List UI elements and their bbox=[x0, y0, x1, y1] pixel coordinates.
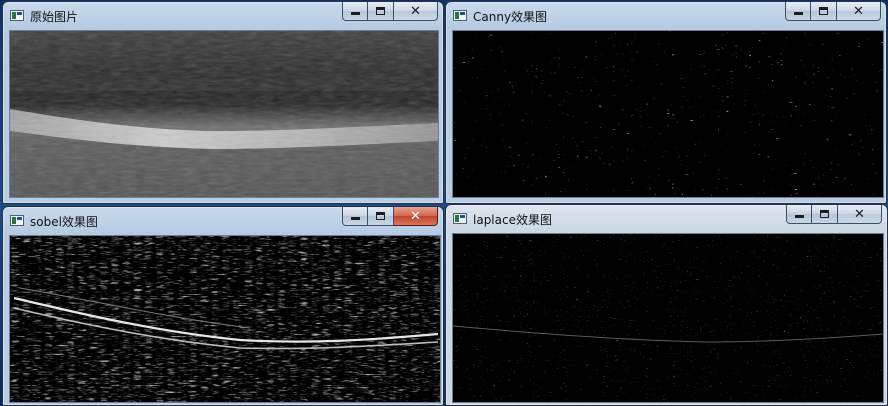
close-button[interactable]: ✕ bbox=[837, 2, 881, 21]
maximize-button[interactable] bbox=[812, 205, 838, 224]
maximize-button[interactable] bbox=[811, 2, 837, 21]
image-view-original bbox=[9, 30, 439, 198]
window-controls: ✕ bbox=[342, 207, 438, 226]
image-view-canny bbox=[452, 30, 884, 198]
maximize-icon bbox=[376, 212, 385, 220]
maximize-icon bbox=[820, 210, 829, 218]
window-controls: ✕ bbox=[785, 2, 881, 21]
minimize-icon bbox=[350, 217, 360, 220]
app-icon bbox=[10, 215, 24, 226]
close-button[interactable]: ✕ bbox=[838, 205, 882, 224]
window-titlebar[interactable]: 原始图片 ✕ bbox=[3, 2, 443, 28]
window-canny[interactable]: Canny效果图 ✕ bbox=[445, 1, 887, 204]
app-icon bbox=[10, 10, 24, 21]
window-title: 原始图片 bbox=[30, 10, 79, 24]
app-icon bbox=[453, 10, 467, 21]
minimize-icon bbox=[793, 12, 803, 15]
window-title: laplace效果图 bbox=[473, 213, 552, 227]
window-title: sobel效果图 bbox=[30, 215, 98, 229]
window-title: Canny效果图 bbox=[473, 10, 548, 24]
close-icon: ✕ bbox=[410, 3, 421, 19]
maximize-button[interactable] bbox=[368, 2, 394, 21]
maximize-icon bbox=[819, 7, 828, 15]
maximize-icon bbox=[376, 7, 385, 15]
window-controls: ✕ bbox=[342, 2, 438, 21]
close-icon: ✕ bbox=[854, 206, 865, 222]
minimize-button[interactable] bbox=[786, 205, 812, 224]
minimize-icon bbox=[794, 215, 804, 218]
original-image bbox=[10, 31, 438, 197]
image-view-laplace bbox=[452, 233, 884, 403]
close-button[interactable]: ✕ bbox=[394, 2, 438, 21]
minimize-button[interactable] bbox=[342, 207, 368, 226]
maximize-button[interactable] bbox=[368, 207, 394, 226]
close-icon: ✕ bbox=[410, 208, 421, 224]
image-view-sobel bbox=[9, 235, 441, 403]
window-controls: ✕ bbox=[786, 205, 882, 224]
window-titlebar[interactable]: sobel效果图 ✕ bbox=[3, 207, 443, 233]
window-laplace[interactable]: laplace效果图 ✕ bbox=[445, 204, 888, 406]
laplace-image bbox=[453, 234, 883, 402]
window-original-image[interactable]: 原始图片 ✕ bbox=[2, 1, 444, 204]
minimize-button[interactable] bbox=[785, 2, 811, 21]
minimize-icon bbox=[350, 12, 360, 15]
app-icon bbox=[453, 213, 467, 224]
window-sobel[interactable]: sobel效果图 ✕ bbox=[2, 206, 444, 406]
canny-image bbox=[453, 31, 883, 197]
window-titlebar[interactable]: Canny效果图 ✕ bbox=[446, 2, 886, 28]
window-titlebar[interactable]: laplace效果图 ✕ bbox=[446, 205, 887, 231]
close-icon: ✕ bbox=[853, 3, 864, 19]
minimize-button[interactable] bbox=[342, 2, 368, 21]
sobel-image bbox=[10, 236, 440, 402]
close-button[interactable]: ✕ bbox=[394, 207, 438, 226]
